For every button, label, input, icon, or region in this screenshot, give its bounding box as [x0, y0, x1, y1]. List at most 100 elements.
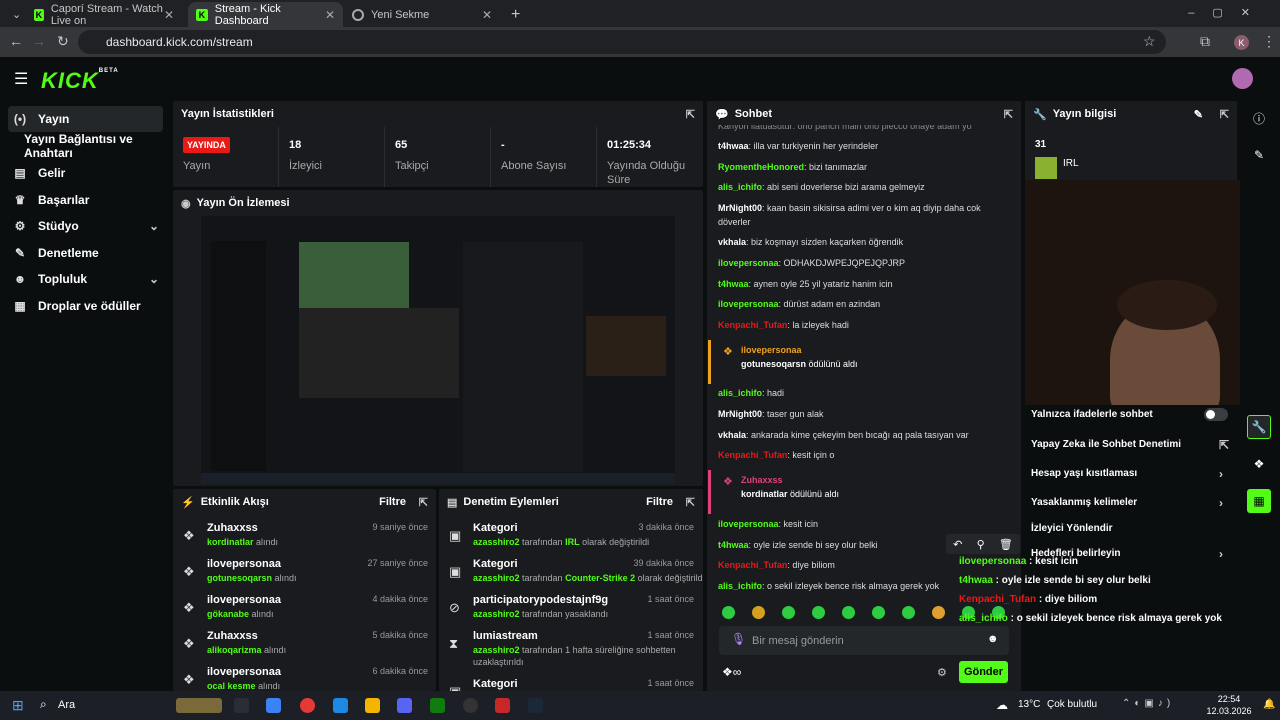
emote-icon[interactable]	[872, 606, 885, 619]
chat-input[interactable]: Bir mesaj gönderin	[719, 626, 1009, 655]
pin-icon[interactable]: ⚲	[977, 538, 985, 551]
sidebar-item-yayin[interactable]: (•) Yayın	[8, 106, 163, 132]
sidebar-item-stream-key[interactable]: Yayın Bağlantısı ve Anahtarı	[8, 132, 163, 160]
chat-message[interactable]: MrNight00: kaan basin sikisirsa adimi ve…	[718, 201, 981, 229]
taskbar-search[interactable]: Ara	[58, 699, 75, 711]
sidebar-item-topluluk[interactable]: ☻ Topluluk ⌄	[8, 266, 163, 292]
delete-icon[interactable]: 🗑	[999, 538, 1013, 551]
popout-icon[interactable]: ⇱	[419, 496, 428, 509]
emote-icon[interactable]	[902, 606, 915, 619]
chat-message[interactable]: MrNight00: taser gun alak	[718, 407, 824, 421]
close-tab-icon[interactable]: ✕	[164, 8, 174, 22]
stream-preview-video[interactable]	[201, 216, 675, 484]
filter-button[interactable]: Filtre	[646, 496, 673, 508]
chrome-icon[interactable]	[300, 698, 315, 713]
filter-button[interactable]: Filtre	[379, 496, 406, 508]
gear-icon[interactable]: ⚙	[937, 666, 947, 679]
sidebar-item-basarilar[interactable]: ♛ Başarılar	[8, 187, 163, 213]
discord-icon[interactable]	[397, 698, 412, 713]
chat-message[interactable]: t4hwaa: illa var turkiyenin her yerindel…	[718, 139, 878, 153]
points-icon[interactable]: ❖∞	[722, 665, 741, 679]
taskbar-date[interactable]: 12.03.2026	[1202, 706, 1256, 716]
hamburger-icon[interactable]: ☰	[14, 69, 28, 89]
notification-icon[interactable]: 🔔	[1263, 699, 1275, 710]
reward-icon[interactable]: ❖	[1247, 452, 1271, 476]
popout-icon[interactable]: ⇱	[686, 496, 695, 509]
new-tab-button[interactable]: +	[503, 2, 523, 27]
extensions-icon[interactable]: ⧉	[1200, 33, 1210, 50]
sidebar-item-gelir[interactable]: ▤ Gelir	[8, 160, 163, 186]
sidebar-item-denetleme[interactable]: ✎ Denetleme	[8, 240, 163, 266]
close-tab-icon[interactable]: ✕	[482, 8, 492, 22]
taskbar-time[interactable]: 22:54	[1209, 694, 1249, 704]
url-input[interactable]: dashboard.kick.com/stream	[78, 30, 1166, 54]
sidebar-item-studyo[interactable]: ⚙ Stüdyo ⌄	[8, 213, 163, 239]
chat-message[interactable]: t4hwaa: aynen oyle 25 yil yatariz hanim …	[718, 277, 893, 291]
setting-raid[interactable]: İzleyici Yönlendir	[1031, 523, 1113, 534]
task-view-icon[interactable]	[234, 698, 249, 713]
app-icon[interactable]	[495, 698, 510, 713]
xbox-icon[interactable]	[430, 698, 445, 713]
window-controls[interactable]: –▢✕	[1188, 6, 1268, 19]
search-icon[interactable]: ⌕	[40, 697, 47, 712]
pencil-icon[interactable]: ✎	[1247, 143, 1271, 167]
microphone-icon[interactable]: 🎙	[731, 632, 746, 646]
menu-icon[interactable]: ⋮	[1262, 33, 1276, 50]
chat-message[interactable]: Kenpachi_Tufan: kesit için o	[718, 448, 834, 462]
chat-message[interactable]: RyomentheHonored: bizi tanımazlar	[718, 160, 867, 174]
popout-icon[interactable]: ⇱	[1220, 108, 1229, 121]
kick-logo[interactable]: KICKBETA	[41, 68, 119, 94]
chat-message[interactable]: alis_ichifo: hadi	[718, 386, 784, 400]
tab-capori[interactable]: K Caporí Stream - Watch Live on ✕	[26, 2, 182, 27]
system-tray-icons[interactable]: ⌃◐▣♪)	[1122, 698, 1174, 709]
emote-icon[interactable]	[842, 606, 855, 619]
user-avatar[interactable]	[1232, 68, 1253, 89]
chat-message[interactable]: ilovepersonaa: dürüst adam en azindan	[718, 297, 880, 311]
chat-message[interactable]: Kenpachi_Tufan: la izleyek hadi	[718, 318, 849, 332]
setting-banned-words[interactable]: Yasaklanmış kelimeler ›	[1031, 496, 1223, 510]
chat-message[interactable]: alis_ichifo: o sekil izleyek bence risk …	[718, 579, 939, 593]
reload-icon[interactable]: ↻	[57, 33, 69, 50]
emote-icon[interactable]	[722, 606, 735, 619]
wrench-icon[interactable]: 🔧	[1247, 415, 1271, 439]
search-highlight-image[interactable]	[176, 698, 222, 713]
chat-message[interactable]: vkhala: biz koşmayı sizden kaçarken öğre…	[718, 235, 903, 249]
bookmark-star-icon[interactable]: ☆	[1143, 33, 1156, 50]
forward-icon[interactable]: →	[32, 33, 46, 49]
obs-icon[interactable]	[463, 698, 478, 713]
close-tab-icon[interactable]: ✕	[325, 8, 335, 22]
send-button[interactable]: Gönder	[959, 661, 1008, 683]
emoji-icon[interactable]: ☻	[987, 633, 999, 645]
steam-icon[interactable]	[528, 698, 543, 713]
copilot-icon[interactable]	[266, 698, 281, 713]
popout-icon[interactable]: ⇱	[686, 108, 695, 121]
edit-icon[interactable]: ✎	[1194, 108, 1203, 121]
tab-list-button[interactable]: ⌄	[4, 2, 24, 27]
chat-message[interactable]: ilovepersonaa: ODHAKDJWPEJQPEJQPJRP	[718, 256, 905, 270]
emote-icon[interactable]	[752, 606, 765, 619]
chat-message[interactable]: alis_ichifo: abi seni doverlerse bizi ar…	[718, 180, 925, 194]
chat-message[interactable]: Kenpachi_Tufan: diye biliom	[718, 558, 835, 572]
info-icon[interactable]: ⓘ	[1247, 106, 1271, 130]
chat-message[interactable]: ilovepersonaa: kesit icin	[718, 517, 818, 531]
chat-message[interactable]: t4hwaa: oyle izle sende bi sey olur belk…	[718, 538, 878, 552]
windows-start-icon[interactable]: ⊞	[12, 697, 24, 714]
file-explorer-icon[interactable]	[365, 698, 380, 713]
app-icon[interactable]	[333, 698, 348, 713]
profile-avatar[interactable]: K	[1234, 35, 1249, 50]
tab-new[interactable]: Yeni Sekme ✕	[344, 2, 500, 27]
popout-icon[interactable]: ⇱	[1004, 108, 1013, 121]
emote-icon[interactable]	[812, 606, 825, 619]
reply-icon[interactable]: ↶	[953, 538, 962, 551]
back-icon[interactable]: ←	[9, 33, 23, 49]
clapper-icon[interactable]: ▦	[1247, 489, 1271, 513]
tab-dashboard[interactable]: K Stream - Kick Dashboard ✕	[188, 2, 343, 27]
emote-icon[interactable]	[932, 606, 945, 619]
setting-account-age[interactable]: Hesap yaşı kısıtlaması ›	[1031, 467, 1223, 481]
sidebar-item-droplar[interactable]: ▦ Droplar ve ödüller	[8, 293, 163, 319]
setting-emote-only[interactable]: Yalnızca ifadelerle sohbet	[1031, 409, 1153, 420]
emote-icon[interactable]	[782, 606, 795, 619]
chat-message[interactable]: vkhala: ankarada kime çekeyim ben bıcağı…	[718, 428, 969, 442]
setting-ai-moderation[interactable]: Yapay Zeka ile Sohbet Denetimi ⇱	[1031, 438, 1229, 452]
emote-only-toggle[interactable]	[1204, 408, 1228, 421]
